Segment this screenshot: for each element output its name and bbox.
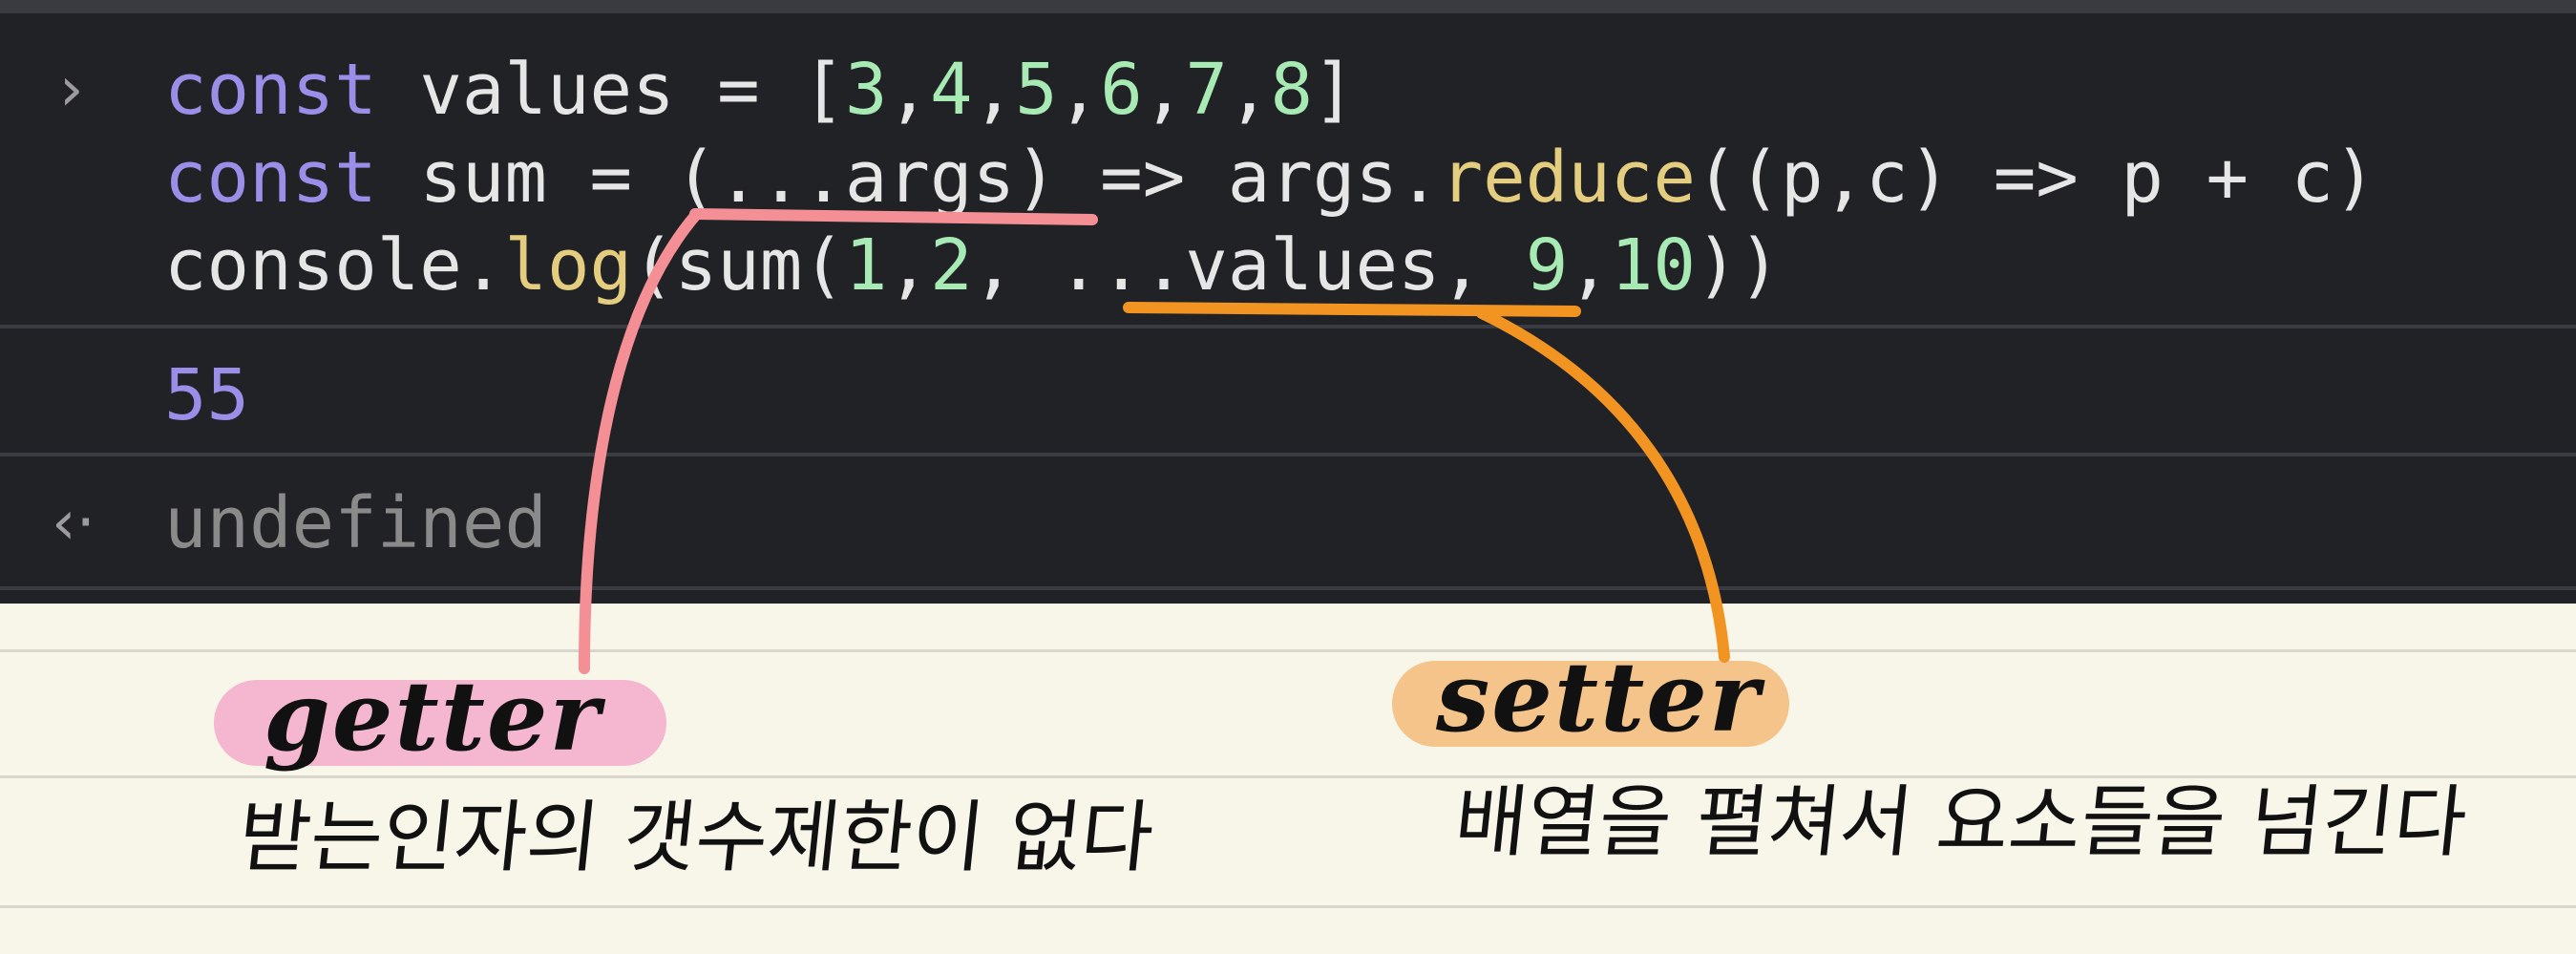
setter-connector <box>1476 307 1730 663</box>
getter-connector <box>579 210 701 674</box>
annotation-overlay <box>579 208 1730 674</box>
getter-underline <box>689 208 1098 225</box>
setter-underline <box>1123 302 1581 317</box>
